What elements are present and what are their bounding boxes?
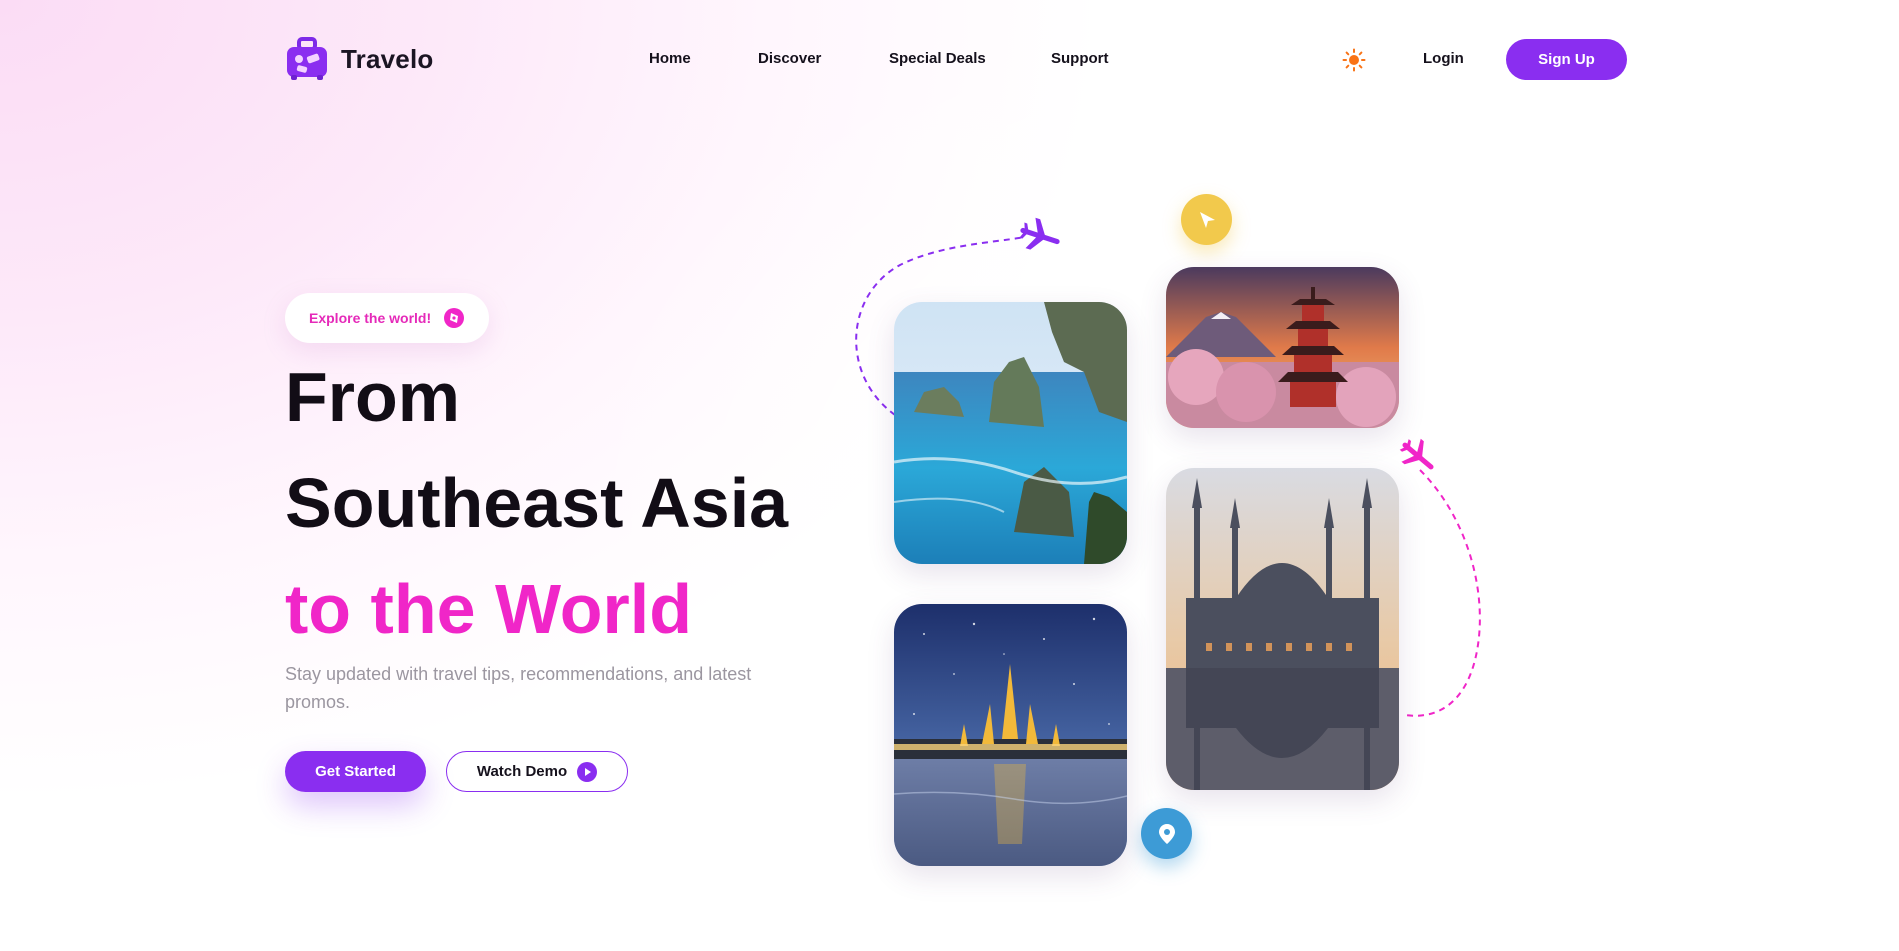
headline-line-2: Southeast Asia [285, 464, 789, 542]
location-pin-icon [1158, 823, 1175, 844]
istanbul-mosque-photo [1166, 468, 1399, 790]
explore-badge: Explore the world! [285, 293, 489, 343]
headline-line-3: to the World [285, 570, 692, 648]
bali-cliffs-photo [894, 302, 1127, 564]
explore-badge-label: Explore the world! [309, 310, 432, 326]
watch-demo-button[interactable]: Watch Demo [446, 751, 628, 792]
brand-name: Travelo [341, 43, 434, 74]
sun-icon[interactable] [1342, 48, 1366, 72]
suitcase-icon [287, 37, 327, 80]
nav-home[interactable]: Home [649, 50, 691, 67]
location-pin-badge [1141, 808, 1192, 859]
login-link[interactable]: Login [1423, 50, 1464, 67]
signup-button[interactable]: Sign Up [1506, 39, 1627, 80]
get-started-button[interactable]: Get Started [285, 751, 426, 792]
bangkok-temple-photo [894, 604, 1127, 866]
play-icon [577, 761, 598, 782]
nav-discover[interactable]: Discover [758, 50, 821, 67]
watch-demo-label: Watch Demo [476, 763, 568, 780]
nav-special-deals[interactable]: Special Deals [889, 50, 986, 67]
compass-icon [444, 308, 465, 328]
nav-support[interactable]: Support [1051, 50, 1109, 67]
airplane-icon [1399, 438, 1434, 470]
japan-pagoda-photo [1166, 267, 1399, 428]
top-navbar: Travelo Home Discover Special Deals Supp… [0, 0, 1899, 120]
brand-logo[interactable]: Travelo [285, 37, 433, 81]
hero-subtitle: Stay updated with travel tips, recommend… [285, 664, 752, 712]
headline-line-1: From [285, 358, 460, 436]
airplane-icon [1019, 217, 1060, 250]
navigation-arrow-icon [1199, 211, 1215, 228]
navigation-arrow-badge [1181, 194, 1232, 245]
